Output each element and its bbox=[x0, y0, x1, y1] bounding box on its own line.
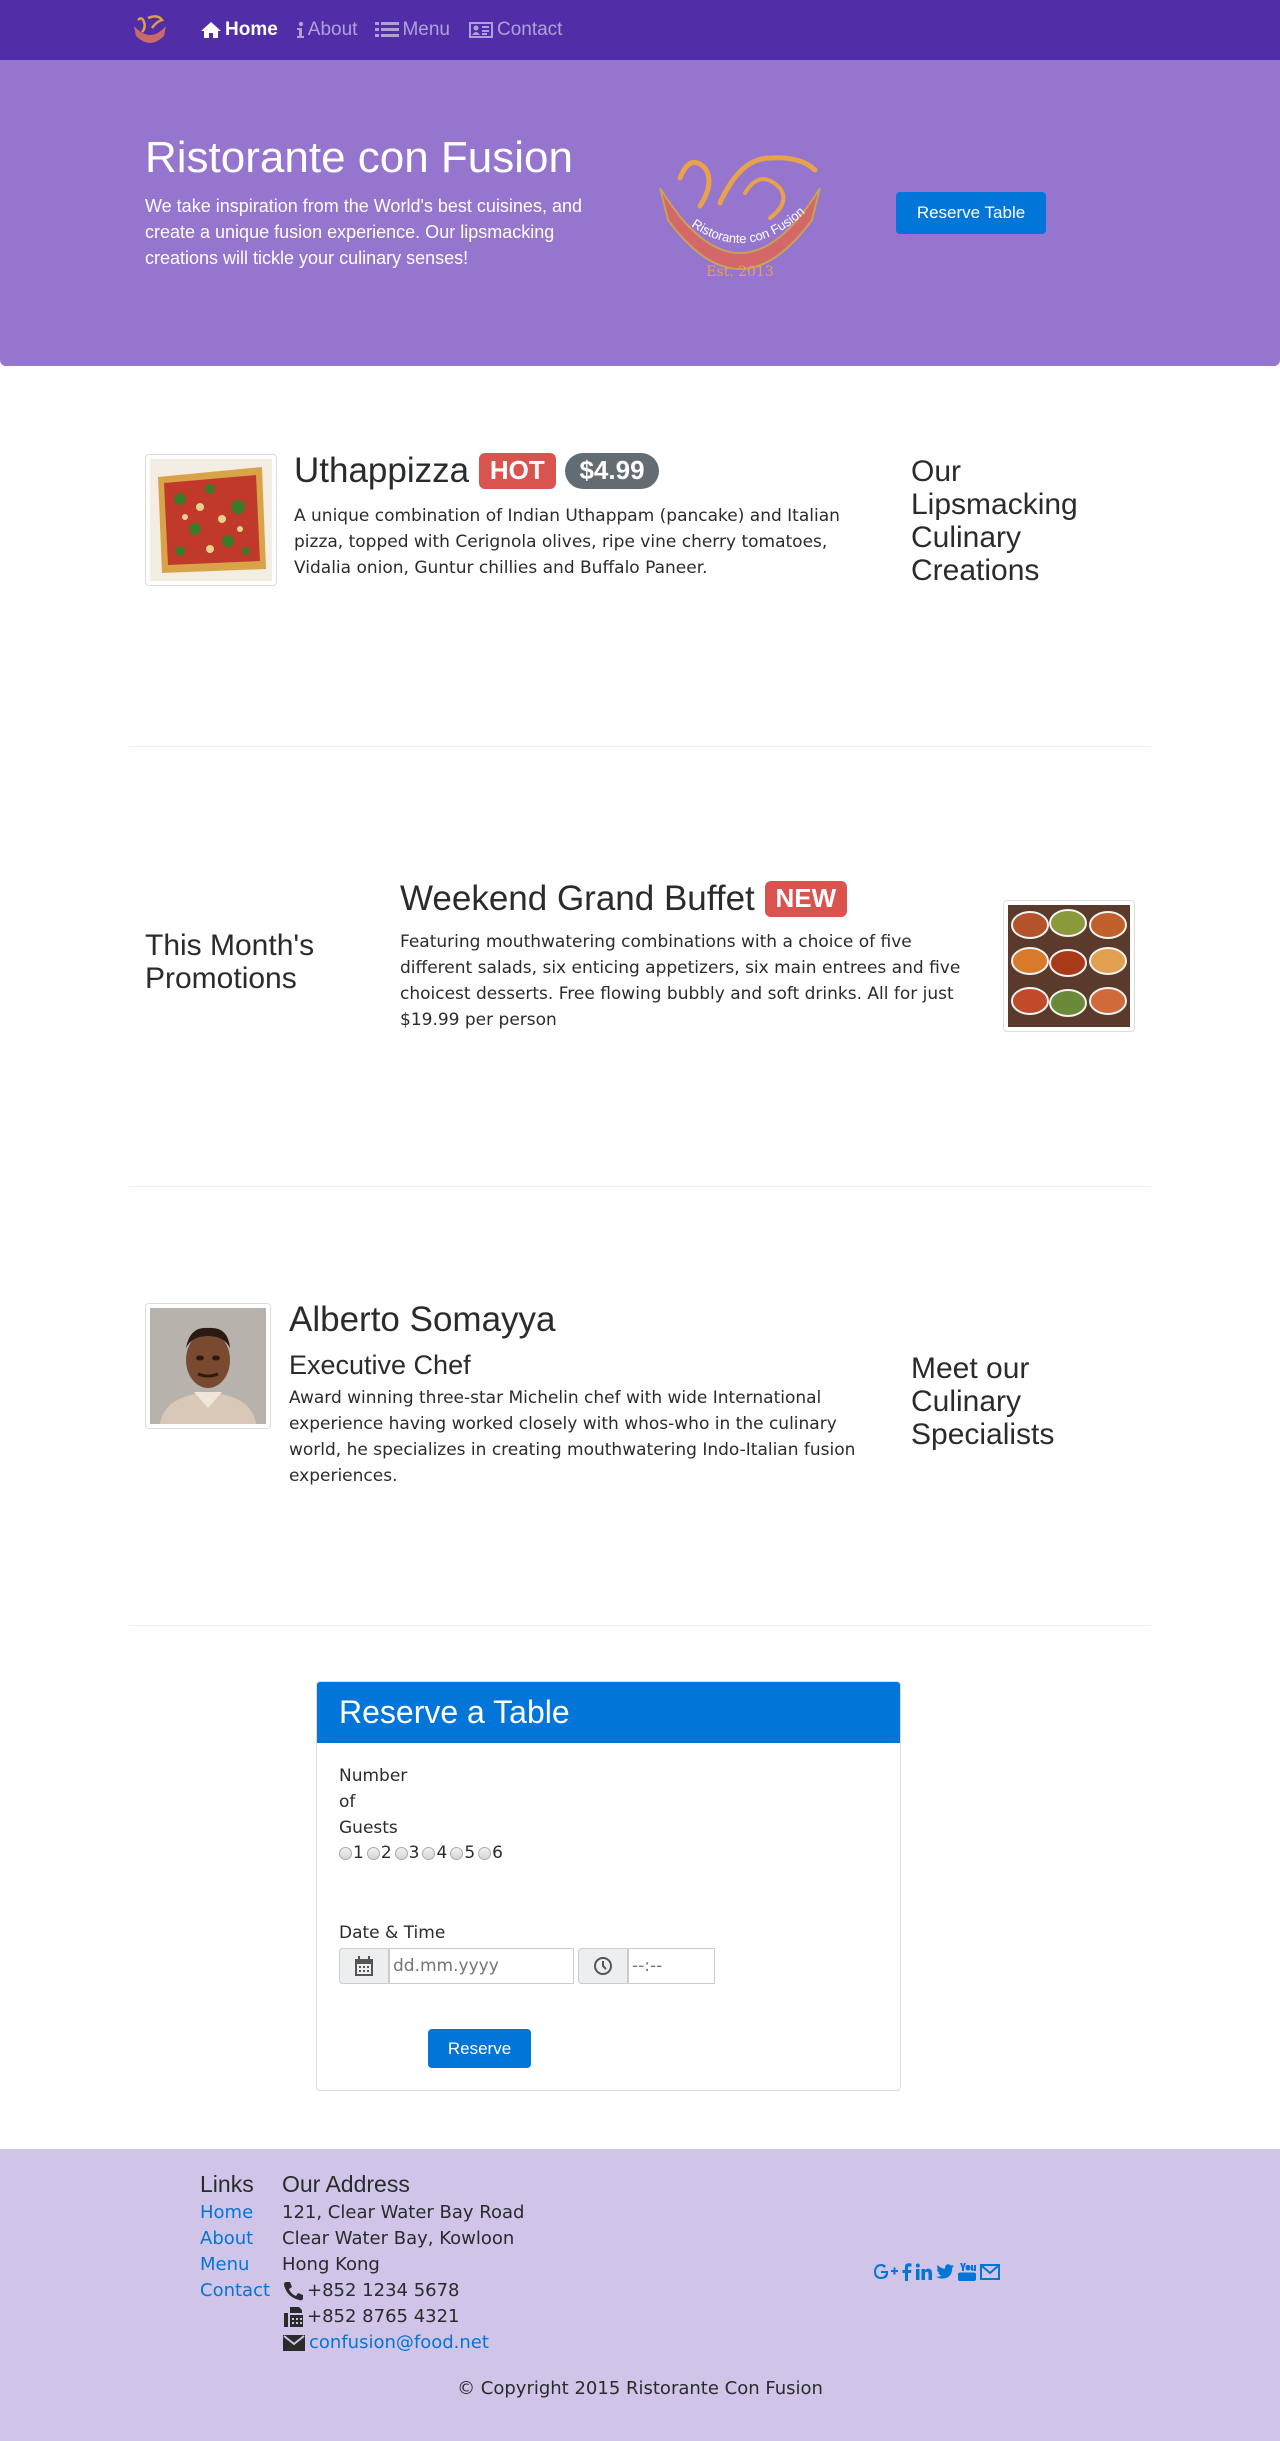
guests-radio-3[interactable]: 3 bbox=[394, 1843, 419, 1863]
reserve-card: Reserve a Table Number of Guests 1 2 3 4… bbox=[316, 1681, 901, 2091]
chef-description: Award winning three-star Michelin chef w… bbox=[289, 1388, 856, 1486]
section-divider bbox=[129, 746, 1151, 747]
promotion-image bbox=[1003, 900, 1135, 1032]
linkedin-icon[interactable] bbox=[916, 2263, 932, 2281]
promotion-side-heading: This Month's Promotions bbox=[145, 929, 315, 995]
radio-circle[interactable] bbox=[366, 1846, 380, 1860]
time-input[interactable] bbox=[628, 1948, 715, 1984]
promotion-description: Featuring mouthwatering combinations wit… bbox=[400, 932, 961, 1030]
dish-side-heading: Our Lipsmacking Culinary Creations bbox=[911, 455, 1078, 587]
guests-radio-group: 1 2 3 4 5 6 bbox=[339, 1843, 503, 1863]
facebook-icon[interactable] bbox=[902, 2263, 912, 2281]
jumbotron: Ristorante con Fusion We take inspiratio… bbox=[0, 60, 1280, 366]
email-line: confusion@food.net bbox=[282, 2330, 524, 2356]
promotion-name: Weekend Grand Buffet bbox=[400, 879, 755, 918]
phone-line: +852 1234 5678 bbox=[282, 2278, 524, 2304]
buffet-image bbox=[1008, 905, 1130, 1027]
reserve-submit-button[interactable]: Reserve bbox=[428, 2029, 531, 2068]
section-divider bbox=[129, 1186, 1151, 1187]
address-line-3: Hong Kong bbox=[282, 2254, 380, 2275]
price-badge: $4.99 bbox=[565, 453, 659, 489]
reserve-table-button[interactable]: Reserve Table bbox=[896, 192, 1046, 234]
guests-radio-2[interactable]: 2 bbox=[366, 1843, 392, 1863]
dish-description: A unique combination of Indian Uthappam … bbox=[294, 506, 840, 578]
address-line-1: 121, Clear Water Bay Road bbox=[282, 2202, 525, 2223]
calendar-icon bbox=[355, 1956, 373, 1976]
nav-home[interactable]: Home bbox=[200, 16, 278, 45]
svg-text:Est. 2013: Est. 2013 bbox=[706, 264, 774, 280]
nav-menu-label: Menu bbox=[402, 18, 450, 40]
nav-home-label: Home bbox=[225, 18, 278, 40]
brand-logo-icon[interactable] bbox=[128, 14, 172, 48]
footer-link-home[interactable]: Home bbox=[200, 2202, 253, 2223]
new-badge: NEW bbox=[764, 881, 848, 917]
restaurant-logo: Ristorante con Fusion Est. 2013 bbox=[659, 155, 821, 280]
clock-icon bbox=[594, 1957, 612, 1975]
guests-radio-1[interactable]: 1 bbox=[339, 1843, 364, 1863]
footer-links-heading: Links bbox=[200, 2171, 254, 2197]
footer-address-heading: Our Address bbox=[282, 2171, 410, 2197]
guests-radio-6[interactable]: 6 bbox=[478, 1843, 503, 1863]
social-icons bbox=[873, 2263, 1000, 2281]
fax-line: +852 8765 4321 bbox=[282, 2304, 524, 2330]
section-divider bbox=[129, 1625, 1151, 1626]
phone-icon bbox=[284, 2282, 303, 2301]
clock-addon bbox=[578, 1948, 628, 1984]
footer-link-about[interactable]: About bbox=[200, 2228, 253, 2249]
envelope-icon bbox=[283, 2335, 305, 2351]
dish-heading: Uthappizza HOT $4.99 bbox=[294, 451, 659, 491]
envelope-outline-icon[interactable] bbox=[980, 2264, 1000, 2280]
footer-link-menu[interactable]: Menu bbox=[200, 2254, 249, 2275]
dish-name: Uthappizza bbox=[294, 451, 470, 490]
datetime-label: Date & Time bbox=[339, 1923, 446, 1943]
radio-circle[interactable] bbox=[339, 1846, 352, 1860]
radio-circle[interactable] bbox=[422, 1846, 436, 1860]
footer-link-contact[interactable]: Contact bbox=[200, 2280, 270, 2301]
chef-portrait bbox=[150, 1308, 266, 1424]
google-plus-icon[interactable] bbox=[873, 2263, 898, 2281]
footer-address: 121, Clear Water Bay Road Clear Water Ba… bbox=[282, 2200, 524, 2356]
guests-radio-4[interactable]: 4 bbox=[422, 1843, 447, 1863]
twitter-icon[interactable] bbox=[936, 2264, 954, 2280]
nav-about[interactable]: About bbox=[296, 16, 358, 45]
nav-about-label: About bbox=[307, 18, 358, 40]
navbar: Home About Menu Contact bbox=[0, 0, 1280, 60]
guests-label: Number of Guests bbox=[339, 1766, 408, 1838]
chef-name: Alberto Somayya bbox=[289, 1300, 556, 1339]
radio-circle[interactable] bbox=[394, 1846, 408, 1860]
list-icon bbox=[375, 22, 400, 37]
nav-contact-label: Contact bbox=[496, 18, 563, 40]
calendar-addon bbox=[339, 1948, 389, 1984]
info-icon bbox=[296, 21, 304, 38]
promotion-heading: Weekend Grand Buffet NEW bbox=[400, 879, 848, 919]
reserve-card-title: Reserve a Table bbox=[317, 1682, 900, 1743]
hot-badge: HOT bbox=[478, 453, 556, 489]
youtube-icon[interactable] bbox=[958, 2263, 976, 2281]
email-link[interactable]: confusion@food.net bbox=[309, 2330, 489, 2356]
fax-number: +852 8765 4321 bbox=[307, 2306, 460, 2327]
nav-menu[interactable]: Menu bbox=[375, 16, 450, 45]
copyright: © Copyright 2015 Ristorante Con Fusion bbox=[457, 2378, 823, 2399]
phone-number: +852 1234 5678 bbox=[307, 2280, 460, 2301]
leader-side-heading: Meet our Culinary Specialists bbox=[911, 1352, 1055, 1451]
chef-title: Executive Chef bbox=[289, 1350, 471, 1380]
pizza-image bbox=[150, 459, 272, 581]
nav-contact[interactable]: Contact bbox=[468, 16, 562, 45]
address-card-icon bbox=[468, 22, 493, 38]
restaurant-title: Ristorante con Fusion bbox=[145, 133, 573, 182]
restaurant-tagline: We take inspiration from the World's bes… bbox=[145, 196, 582, 268]
home-icon bbox=[201, 22, 221, 38]
date-input[interactable] bbox=[389, 1948, 574, 1984]
chef-image bbox=[145, 1303, 271, 1429]
address-line-2: Clear Water Bay, Kowloon bbox=[282, 2228, 515, 2249]
footer-links-list: Home About Menu Contact bbox=[200, 2200, 270, 2304]
radio-circle[interactable] bbox=[450, 1846, 464, 1860]
fax-icon bbox=[284, 2307, 303, 2327]
radio-circle[interactable] bbox=[478, 1846, 492, 1860]
dish-image bbox=[145, 454, 277, 586]
guests-radio-5[interactable]: 5 bbox=[450, 1843, 475, 1863]
